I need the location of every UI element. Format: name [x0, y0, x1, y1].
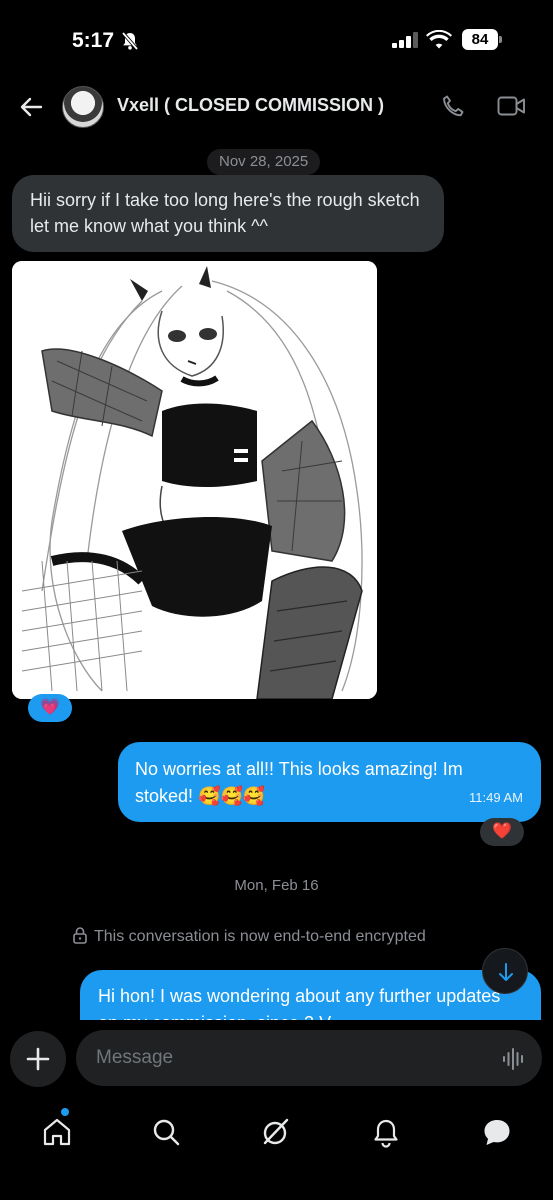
encryption-notice-text: This conversation is now end-to-end encr… [94, 928, 426, 945]
wifi-icon [426, 29, 452, 55]
encryption-notice: This conversation is now end-to-end encr… [72, 926, 492, 949]
image-reaction[interactable]: 💗 [28, 694, 72, 722]
battery-icon: 84 [462, 29, 502, 50]
home-icon[interactable] [37, 1108, 77, 1152]
scroll-to-bottom-button[interactable] [482, 948, 528, 994]
bell-off-icon [120, 31, 140, 56]
add-attachment-button[interactable] [10, 1031, 66, 1087]
bottom-navigation [0, 1100, 553, 1200]
grok-icon[interactable] [256, 1112, 296, 1152]
status-time: 5:17 [72, 29, 115, 52]
date-divider: Mon, Feb 16 [234, 877, 319, 894]
sketch-image[interactable] [12, 261, 377, 699]
notification-dot [61, 1108, 69, 1116]
message-reaction[interactable]: ❤️ [480, 818, 524, 846]
phone-icon[interactable] [440, 93, 466, 124]
avatar[interactable] [62, 86, 104, 128]
notifications-icon[interactable] [366, 1112, 406, 1152]
message-list[interactable]: Nov 28, 2025 Hii sorry if I take too lon… [0, 136, 553, 1020]
plus-icon [26, 1047, 50, 1071]
message-input[interactable] [76, 1030, 542, 1086]
outgoing-message-text: No worries at all!! This looks amazing! … [135, 759, 463, 806]
voice-message-icon[interactable] [502, 1047, 526, 1076]
conversation-header: Vxell ( CLOSED COMMISSION ) [0, 80, 553, 136]
signal-icon [392, 32, 420, 53]
date-divider: Nov 28, 2025 [207, 149, 321, 175]
back-arrow-icon[interactable] [16, 92, 46, 122]
message-composer [0, 1020, 553, 1100]
messages-icon[interactable] [477, 1112, 517, 1152]
incoming-message-bubble[interactable]: Hii sorry if I take too long here's the … [12, 175, 444, 252]
outgoing-message-bubble[interactable]: Hi hon! I was wondering about any furthe… [80, 970, 541, 1020]
lock-icon [72, 926, 88, 949]
outgoing-message-bubble[interactable]: No worries at all!! This looks amazing! … [118, 742, 541, 822]
video-icon[interactable] [497, 95, 527, 122]
message-timestamp: 11:49 AM [469, 790, 523, 805]
contact-name[interactable]: Vxell ( CLOSED COMMISSION ) [117, 95, 384, 116]
battery-level: 84 [462, 29, 498, 50]
status-bar: 5:17 84 [0, 0, 553, 80]
search-icon[interactable] [146, 1112, 186, 1152]
